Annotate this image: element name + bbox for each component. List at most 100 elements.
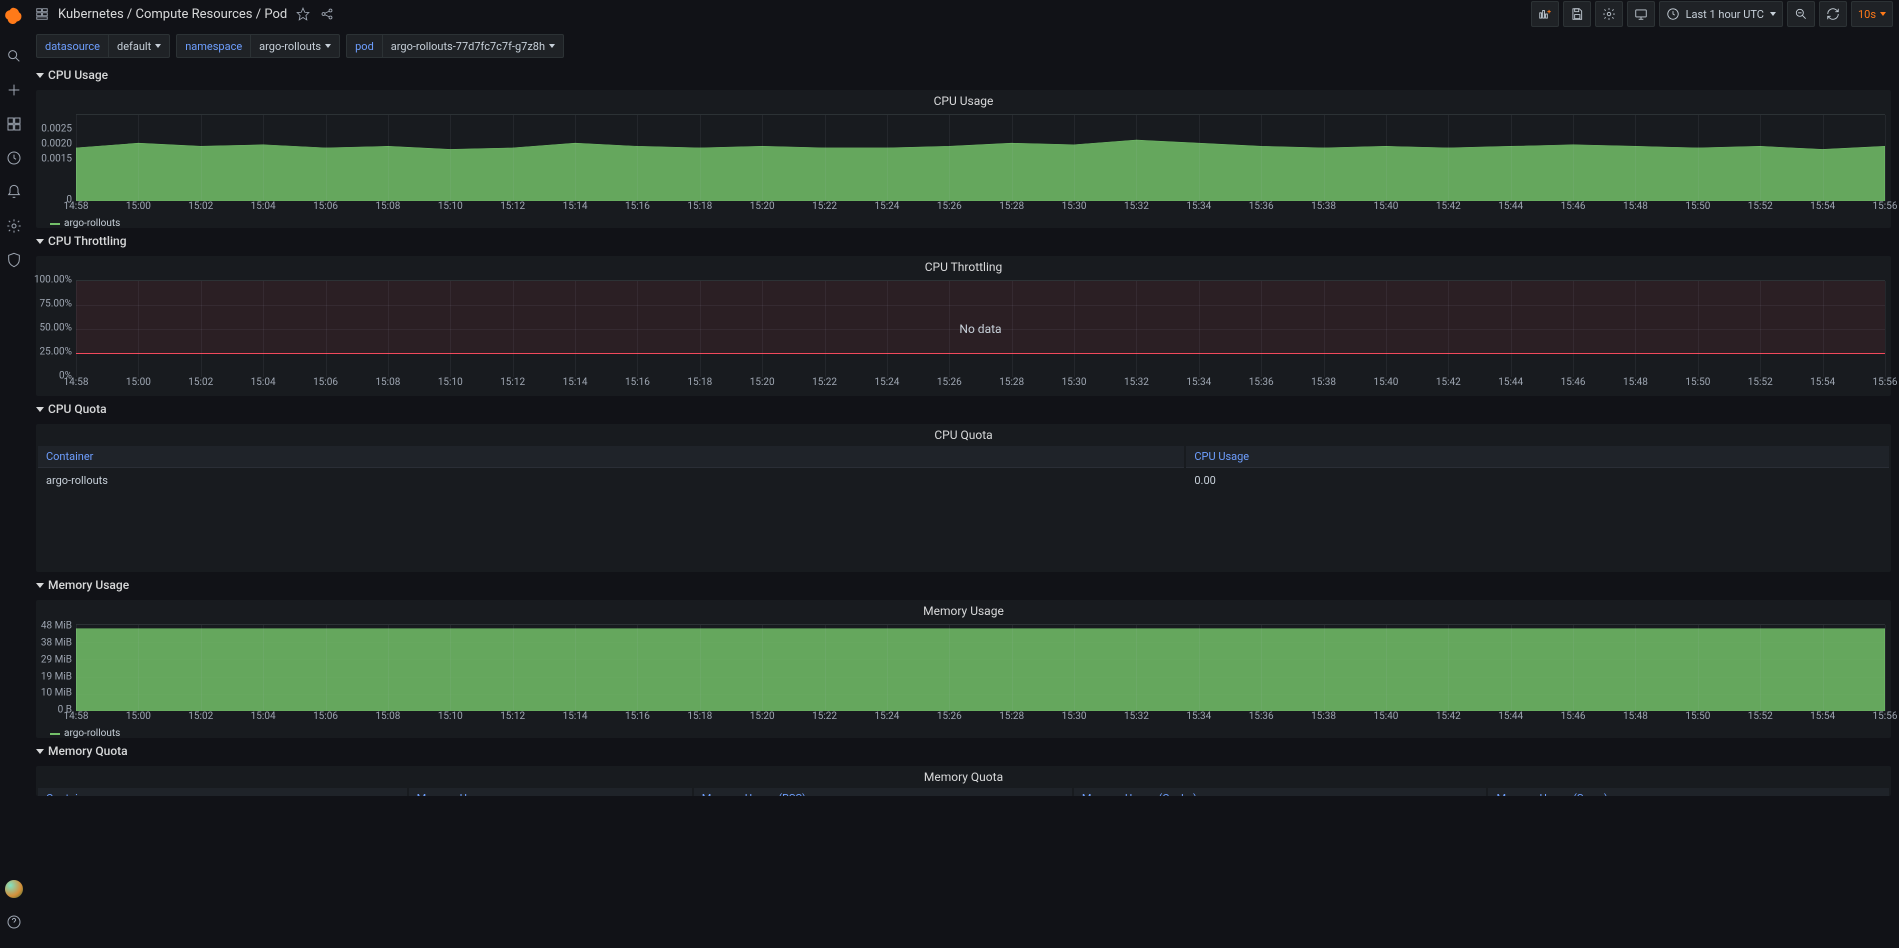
- xtick: 15:42: [1436, 201, 1461, 212]
- cpu-quota-table: Container CPU Usage argo-rollouts 0.00: [36, 444, 1891, 493]
- cell-cpu-usage: 0.00: [1186, 470, 1889, 491]
- row-cpu-quota[interactable]: CPU Quota: [36, 398, 1891, 420]
- var-label: pod: [347, 35, 383, 57]
- ytick: 38 MiB: [41, 637, 72, 648]
- col-mem-usage[interactable]: Memory Usage: [409, 788, 692, 796]
- row-memory-usage[interactable]: Memory Usage: [36, 574, 1891, 596]
- xtick: 15:10: [438, 201, 463, 212]
- var-value: argo-rollouts: [259, 40, 321, 53]
- dashboard-title[interactable]: Kubernetes / Compute Resources / Pod: [58, 7, 287, 22]
- refresh-interval-label: 10s: [1858, 8, 1876, 21]
- tv-mode-button[interactable]: [1627, 1, 1655, 27]
- ytick: 50.00%: [40, 323, 72, 334]
- xtick: 15:46: [1561, 377, 1586, 388]
- xtick: 15:44: [1498, 201, 1523, 212]
- topbar: Kubernetes / Compute Resources / Pod Las…: [28, 0, 1899, 28]
- chevron-down-icon: [36, 749, 44, 754]
- var-label: datasource: [37, 35, 109, 57]
- col-container[interactable]: Container: [38, 788, 407, 796]
- var-namespace[interactable]: namespace argo-rollouts: [176, 34, 340, 58]
- panel-memory-quota[interactable]: Memory Quota Container Memory Usage Memo…: [36, 766, 1891, 796]
- xtick: 15:06: [313, 201, 338, 212]
- chevron-down-icon: [155, 44, 161, 48]
- xtick: 15:38: [1311, 377, 1336, 388]
- col-mem-cache[interactable]: Memory Usage (Cache): [1074, 788, 1487, 796]
- legend-label: argo-rollouts: [64, 728, 120, 739]
- plus-icon[interactable]: [0, 76, 28, 104]
- xtick: 15:00: [126, 377, 151, 388]
- panel-title: CPU Usage: [36, 90, 1891, 110]
- chevron-down-icon: [1880, 12, 1886, 16]
- col-mem-rss[interactable]: Memory Usage (RSS): [694, 788, 1072, 796]
- refresh-interval-picker[interactable]: 10s: [1851, 1, 1893, 27]
- alerting-icon[interactable]: [0, 178, 28, 206]
- xtick: 15:12: [500, 201, 525, 212]
- chart-area: [76, 624, 1885, 711]
- col-cpu-usage[interactable]: CPU Usage: [1186, 446, 1889, 468]
- share-icon[interactable]: [319, 6, 335, 22]
- add-panel-button[interactable]: [1531, 1, 1559, 27]
- explore-icon[interactable]: [0, 144, 28, 172]
- xaxis: 14:5815:0015:0215:0415:0615:0815:1015:12…: [76, 376, 1885, 390]
- var-datasource[interactable]: datasource default: [36, 34, 170, 58]
- cell-container: argo-rollouts: [38, 470, 1184, 491]
- xtick: 15:36: [1249, 201, 1274, 212]
- xtick: 14:58: [64, 377, 89, 388]
- time-picker-label: Last 1 hour UTC: [1686, 8, 1764, 21]
- zoom-out-button[interactable]: [1787, 1, 1815, 27]
- xtick: 15:16: [625, 711, 650, 722]
- ytick: 0.0020: [41, 139, 72, 150]
- xtick: 15:56: [1873, 377, 1898, 388]
- grafana-logo[interactable]: [3, 6, 25, 28]
- time-picker[interactable]: Last 1 hour UTC: [1659, 1, 1783, 27]
- panel-cpu-throttling[interactable]: CPU Throttling 0% 25.00% 50.00% 75.00% 1…: [36, 256, 1891, 396]
- ytick: 75.00%: [40, 299, 72, 310]
- xtick: 15:50: [1685, 377, 1710, 388]
- xtick: 15:18: [687, 201, 712, 212]
- xtick: 15:48: [1623, 377, 1648, 388]
- col-mem-swap[interactable]: Memory Usage (Swap): [1488, 788, 1889, 796]
- xtick: 15:18: [687, 377, 712, 388]
- panel-grid-icon[interactable]: [34, 6, 50, 22]
- template-variables: datasource default namespace argo-rollou…: [28, 32, 1899, 60]
- refresh-button[interactable]: [1819, 1, 1847, 27]
- xtick: 15:32: [1124, 201, 1149, 212]
- xtick: 15:24: [874, 711, 899, 722]
- xtick: 15:32: [1124, 711, 1149, 722]
- xtick: 15:44: [1498, 711, 1523, 722]
- chevron-down-icon: [36, 407, 44, 412]
- xtick: 15:34: [1186, 201, 1211, 212]
- xtick: 15:54: [1810, 201, 1835, 212]
- shield-icon[interactable]: [0, 246, 28, 274]
- row-title: CPU Usage: [48, 68, 108, 82]
- xtick: 15:34: [1186, 377, 1211, 388]
- col-container[interactable]: Container: [38, 446, 1184, 468]
- panel-cpu-quota[interactable]: CPU Quota Container CPU Usage argo-rollo…: [36, 424, 1891, 572]
- xtick: 14:58: [64, 201, 89, 212]
- legend-swatch: [50, 733, 60, 735]
- panel-memory-usage[interactable]: Memory Usage 0 B 10 MiB 19 MiB 29 MiB 38…: [36, 600, 1891, 738]
- xtick: 15:04: [251, 377, 276, 388]
- panel-cpu-usage[interactable]: CPU Usage 0 0.0015 0.0020 0.0025 14:5815…: [36, 90, 1891, 228]
- xtick: 15:22: [812, 377, 837, 388]
- xtick: 15:48: [1623, 711, 1648, 722]
- xtick: 15:14: [563, 201, 588, 212]
- xtick: 15:02: [188, 377, 213, 388]
- xtick: 15:10: [438, 711, 463, 722]
- user-avatar[interactable]: [5, 880, 23, 898]
- save-dashboard-button[interactable]: [1563, 1, 1591, 27]
- dashboard-settings-button[interactable]: [1595, 1, 1623, 27]
- xtick: 15:30: [1062, 201, 1087, 212]
- search-icon[interactable]: [0, 42, 28, 70]
- dashboards-icon[interactable]: [0, 110, 28, 138]
- chart-area: [76, 114, 1885, 201]
- ytick: 100.00%: [34, 275, 72, 286]
- help-icon[interactable]: [0, 908, 28, 936]
- gear-icon[interactable]: [0, 212, 28, 240]
- xaxis: 14:5815:0015:0215:0415:0615:0815:1015:12…: [76, 710, 1885, 724]
- row-cpu-usage[interactable]: CPU Usage: [36, 64, 1891, 86]
- var-pod[interactable]: pod argo-rollouts-77d7fc7c7f-g7z8h: [346, 34, 564, 58]
- star-icon[interactable]: [295, 6, 311, 22]
- chevron-down-icon: [1770, 12, 1776, 16]
- xtick: 15:14: [563, 377, 588, 388]
